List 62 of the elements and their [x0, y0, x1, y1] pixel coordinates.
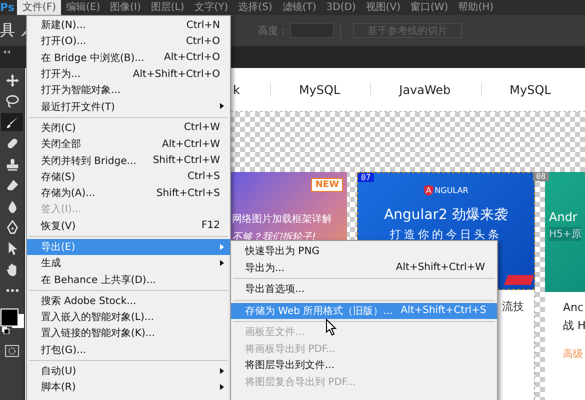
menu-item[interactable]: 在 Behance 上共享(D)...	[27, 271, 230, 288]
menu-item[interactable]: 存储为(A)... Shift+Ctrl+S	[27, 184, 230, 202]
menu-item[interactable]: 置入嵌入的智能对象(L)...	[27, 309, 230, 326]
tool-label: 具	[0, 21, 15, 40]
menu-item[interactable]: 文件(F)	[17, 0, 61, 15]
app-logo: Ps	[0, 1, 14, 14]
menu-item[interactable]: 关闭全部 Alt+Ctrl+W	[27, 136, 230, 152]
menu-item[interactable]: 文字(Y)	[189, 0, 234, 15]
banner-title: 网络图片加载框架详解	[232, 212, 333, 226]
nav-link[interactable]: MySQL	[510, 82, 551, 96]
menu-item[interactable]: 生成	[27, 255, 230, 272]
height-label: 高度：	[258, 24, 288, 38]
stripe-shape	[504, 275, 534, 285]
menu-item[interactable]: 将图层导出到文件...	[231, 357, 497, 374]
menu-item[interactable]: 帮助(H)	[453, 0, 499, 15]
menu-item[interactable]: 窗口(W)	[405, 0, 454, 15]
banner-title: Angular2 劲爆来袭	[384, 206, 508, 224]
menu-item[interactable]: 图像(I)	[105, 0, 146, 15]
course-title: 战 H	[563, 318, 585, 333]
level-label: 高级	[563, 348, 583, 361]
collapse-icon[interactable]	[3, 50, 11, 54]
course-title: Anc	[563, 301, 584, 314]
cursor-icon	[326, 319, 337, 336]
nav-link[interactable]: k	[233, 82, 240, 96]
menu-item[interactable]: 打开(O)... Ctrl+O	[27, 33, 230, 50]
menu-item[interactable]: 存储(S) Ctrl+S	[27, 168, 230, 185]
slice-number: 08	[533, 172, 549, 181]
menu-item[interactable]: 自动(U)	[27, 362, 230, 380]
logo-text: NGULAR	[434, 186, 468, 195]
menu-item[interactable]: 打开为智能对象...	[27, 82, 230, 98]
menu-item[interactable]: 图层(L)	[146, 0, 190, 15]
course-title: 流技	[502, 299, 524, 314]
menu-item[interactable]: 选择(S)	[233, 0, 278, 15]
menu-item[interactable]: 快速导出为 PNG	[231, 243, 497, 260]
angular-logo: A	[424, 185, 434, 196]
brush-tool-icon[interactable]	[1, 113, 23, 131]
banner-title: Andr	[549, 210, 578, 224]
menu-item[interactable]: 导出首选项...	[231, 281, 497, 298]
banner-tag: H5+原	[549, 227, 582, 241]
menu-item[interactable]: 在 Bridge 中浏览(B)... Alt+Ctrl+O	[27, 50, 230, 66]
menu-item[interactable]: 视图(V)	[360, 0, 406, 15]
menu-item[interactable]: 置入链接的智能对象(K)...	[27, 325, 230, 342]
menu-item[interactable]: 3D(D)	[321, 0, 361, 15]
menu-item[interactable]: 关闭并转到 Bridge... Shift+Ctrl+W	[27, 152, 230, 169]
nav-link[interactable]: JavaWeb	[399, 82, 451, 96]
nav-link[interactable]: MySQL	[298, 82, 340, 96]
menu-item[interactable]: 导出为... Alt+Shift+Ctrl+W	[231, 260, 497, 276]
slice-number: 07	[358, 173, 374, 182]
quick-mask-icon[interactable]	[5, 345, 19, 357]
menu-item[interactable]: 打开为... Alt+Shift+Ctrl+O	[27, 66, 230, 82]
menu-item[interactable]: 关闭(C) Ctrl+W	[27, 120, 230, 136]
color-swatches-icon[interactable]	[0, 308, 24, 334]
banner-subtitle: 打造你的今日头条	[390, 227, 502, 242]
menu-item[interactable]: 打包(G)...	[27, 342, 230, 358]
menu-item[interactable]: 编辑(E)	[60, 0, 106, 15]
menu-item[interactable]: 搜索 Adobe Stock...	[27, 292, 230, 310]
menu-item[interactable]: 恢复(V) F12	[27, 218, 230, 234]
menu-item[interactable]: 新建(N)... Ctrl+N	[27, 17, 230, 34]
menu-item[interactable]: 滤镜(T)	[277, 0, 322, 15]
new-badge: NEW	[311, 178, 343, 192]
menu-item[interactable]: 最近打开文件(T)	[27, 98, 230, 115]
menu-item[interactable]: 脚本(R)	[27, 379, 230, 396]
